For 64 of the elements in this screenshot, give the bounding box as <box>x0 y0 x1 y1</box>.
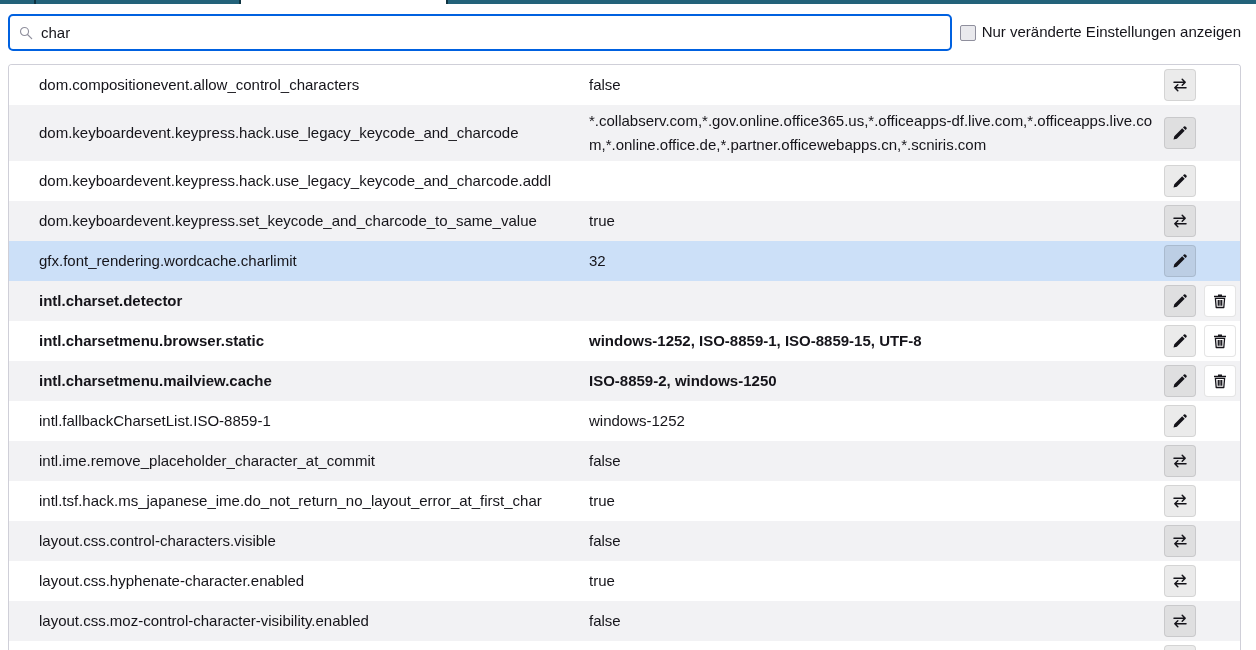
pref-value: true <box>589 572 615 589</box>
pref-value: *.collabserv.com,*.gov.online.office365.us,*.officeapps-df.live.com,*.officeapps.live.com,*.online.office.de,*.partner.officewebapps.cn,*.scniris.com <box>589 112 1153 153</box>
swap-arrows-icon <box>1172 77 1188 93</box>
toggle-button[interactable] <box>1164 525 1196 557</box>
pref-value: 32 <box>589 252 606 269</box>
trash-icon <box>1212 333 1228 349</box>
pencil-icon <box>1172 253 1188 269</box>
swap-arrows-icon <box>1172 613 1188 629</box>
pref-value: true <box>589 492 615 509</box>
pref-name: intl.charsetmenu.browser.static <box>39 332 265 349</box>
edit-button[interactable] <box>1164 117 1196 149</box>
toggle-button[interactable] <box>1164 485 1196 517</box>
edit-button[interactable] <box>1164 285 1196 317</box>
search-field[interactable]: char <box>8 14 952 51</box>
edit-button[interactable] <box>1164 405 1196 437</box>
pref-value: windows-1252, ISO-8859-1, ISO-8859-15, UTF-8 <box>589 332 922 349</box>
delete-button[interactable] <box>1204 325 1236 357</box>
pref-value: false <box>589 612 621 629</box>
pref-value: ISO-8859-2, windows-1250 <box>589 372 777 389</box>
swap-arrows-icon <box>1172 213 1188 229</box>
delete-button[interactable] <box>1204 285 1236 317</box>
pencil-icon <box>1172 373 1188 389</box>
pref-name: dom.keyboardevent.keypress.set_keycode_and_charcode_to_same_value <box>39 212 537 229</box>
swap-arrows-icon <box>1172 533 1188 549</box>
pref-name: dom.keyboardevent.keypress.hack.use_legacy_keycode_and_charcode.addl <box>39 172 551 189</box>
pref-name: gfx.font_rendering.wordcache.charlimit <box>39 252 297 269</box>
pref-name: intl.tsf.hack.ms_japanese_ime.do_not_return_no_layout_error_at_first_char <box>39 492 542 509</box>
swap-arrows-icon <box>1172 453 1188 469</box>
pref-name: intl.charset.detector <box>39 292 183 309</box>
pref-name: intl.fallbackCharsetList.ISO-8859-1 <box>39 412 271 429</box>
edit-button[interactable] <box>1164 165 1196 197</box>
pref-value: windows-1252 <box>589 412 685 429</box>
edit-button[interactable] <box>1164 325 1196 357</box>
checkbox[interactable] <box>959 24 976 41</box>
pref-name: intl.ime.remove_placeholder_character_at_commit <box>39 452 375 469</box>
pencil-icon <box>1172 173 1188 189</box>
swap-arrows-icon <box>1172 573 1188 589</box>
trash-icon <box>1212 373 1228 389</box>
swap-arrows-icon <box>1172 493 1188 509</box>
pencil-icon <box>1172 293 1188 309</box>
toggle-button[interactable] <box>1164 605 1196 637</box>
delete-button[interactable] <box>1204 365 1236 397</box>
pref-name: intl.charsetmenu.mailview.cache <box>39 372 272 389</box>
pref-name: layout.css.control-characters.visible <box>39 532 276 549</box>
pref-value: false <box>589 452 621 469</box>
pencil-icon <box>1172 125 1188 141</box>
toggle-button[interactable] <box>1164 445 1196 477</box>
pref-name: layout.css.hyphenate-character.enabled <box>39 572 305 589</box>
edit-button[interactable] <box>1164 245 1196 277</box>
pref-value: false <box>589 76 621 93</box>
edit-button[interactable] <box>1164 365 1196 397</box>
pref-value: true <box>589 212 615 229</box>
checkbox-label[interactable]: Nur veränderte Einstellungen anzeigen <box>981 21 1241 44</box>
pencil-icon <box>1172 333 1188 349</box>
trash-icon <box>1212 293 1228 309</box>
toggle-button[interactable] <box>1164 69 1196 101</box>
pref-name: layout.css.moz-control-character-visibility.enabled <box>39 612 369 629</box>
pref-name: dom.compositionevent.allow_control_characters <box>39 76 360 93</box>
toggle-button[interactable] <box>1164 565 1196 597</box>
pencil-icon <box>1172 413 1188 429</box>
toggle-button[interactable] <box>1164 205 1196 237</box>
pref-name: dom.keyboardevent.keypress.hack.use_legacy_keycode_and_charcode <box>39 124 519 141</box>
search-icon <box>19 26 33 40</box>
pref-value: false <box>589 532 621 549</box>
